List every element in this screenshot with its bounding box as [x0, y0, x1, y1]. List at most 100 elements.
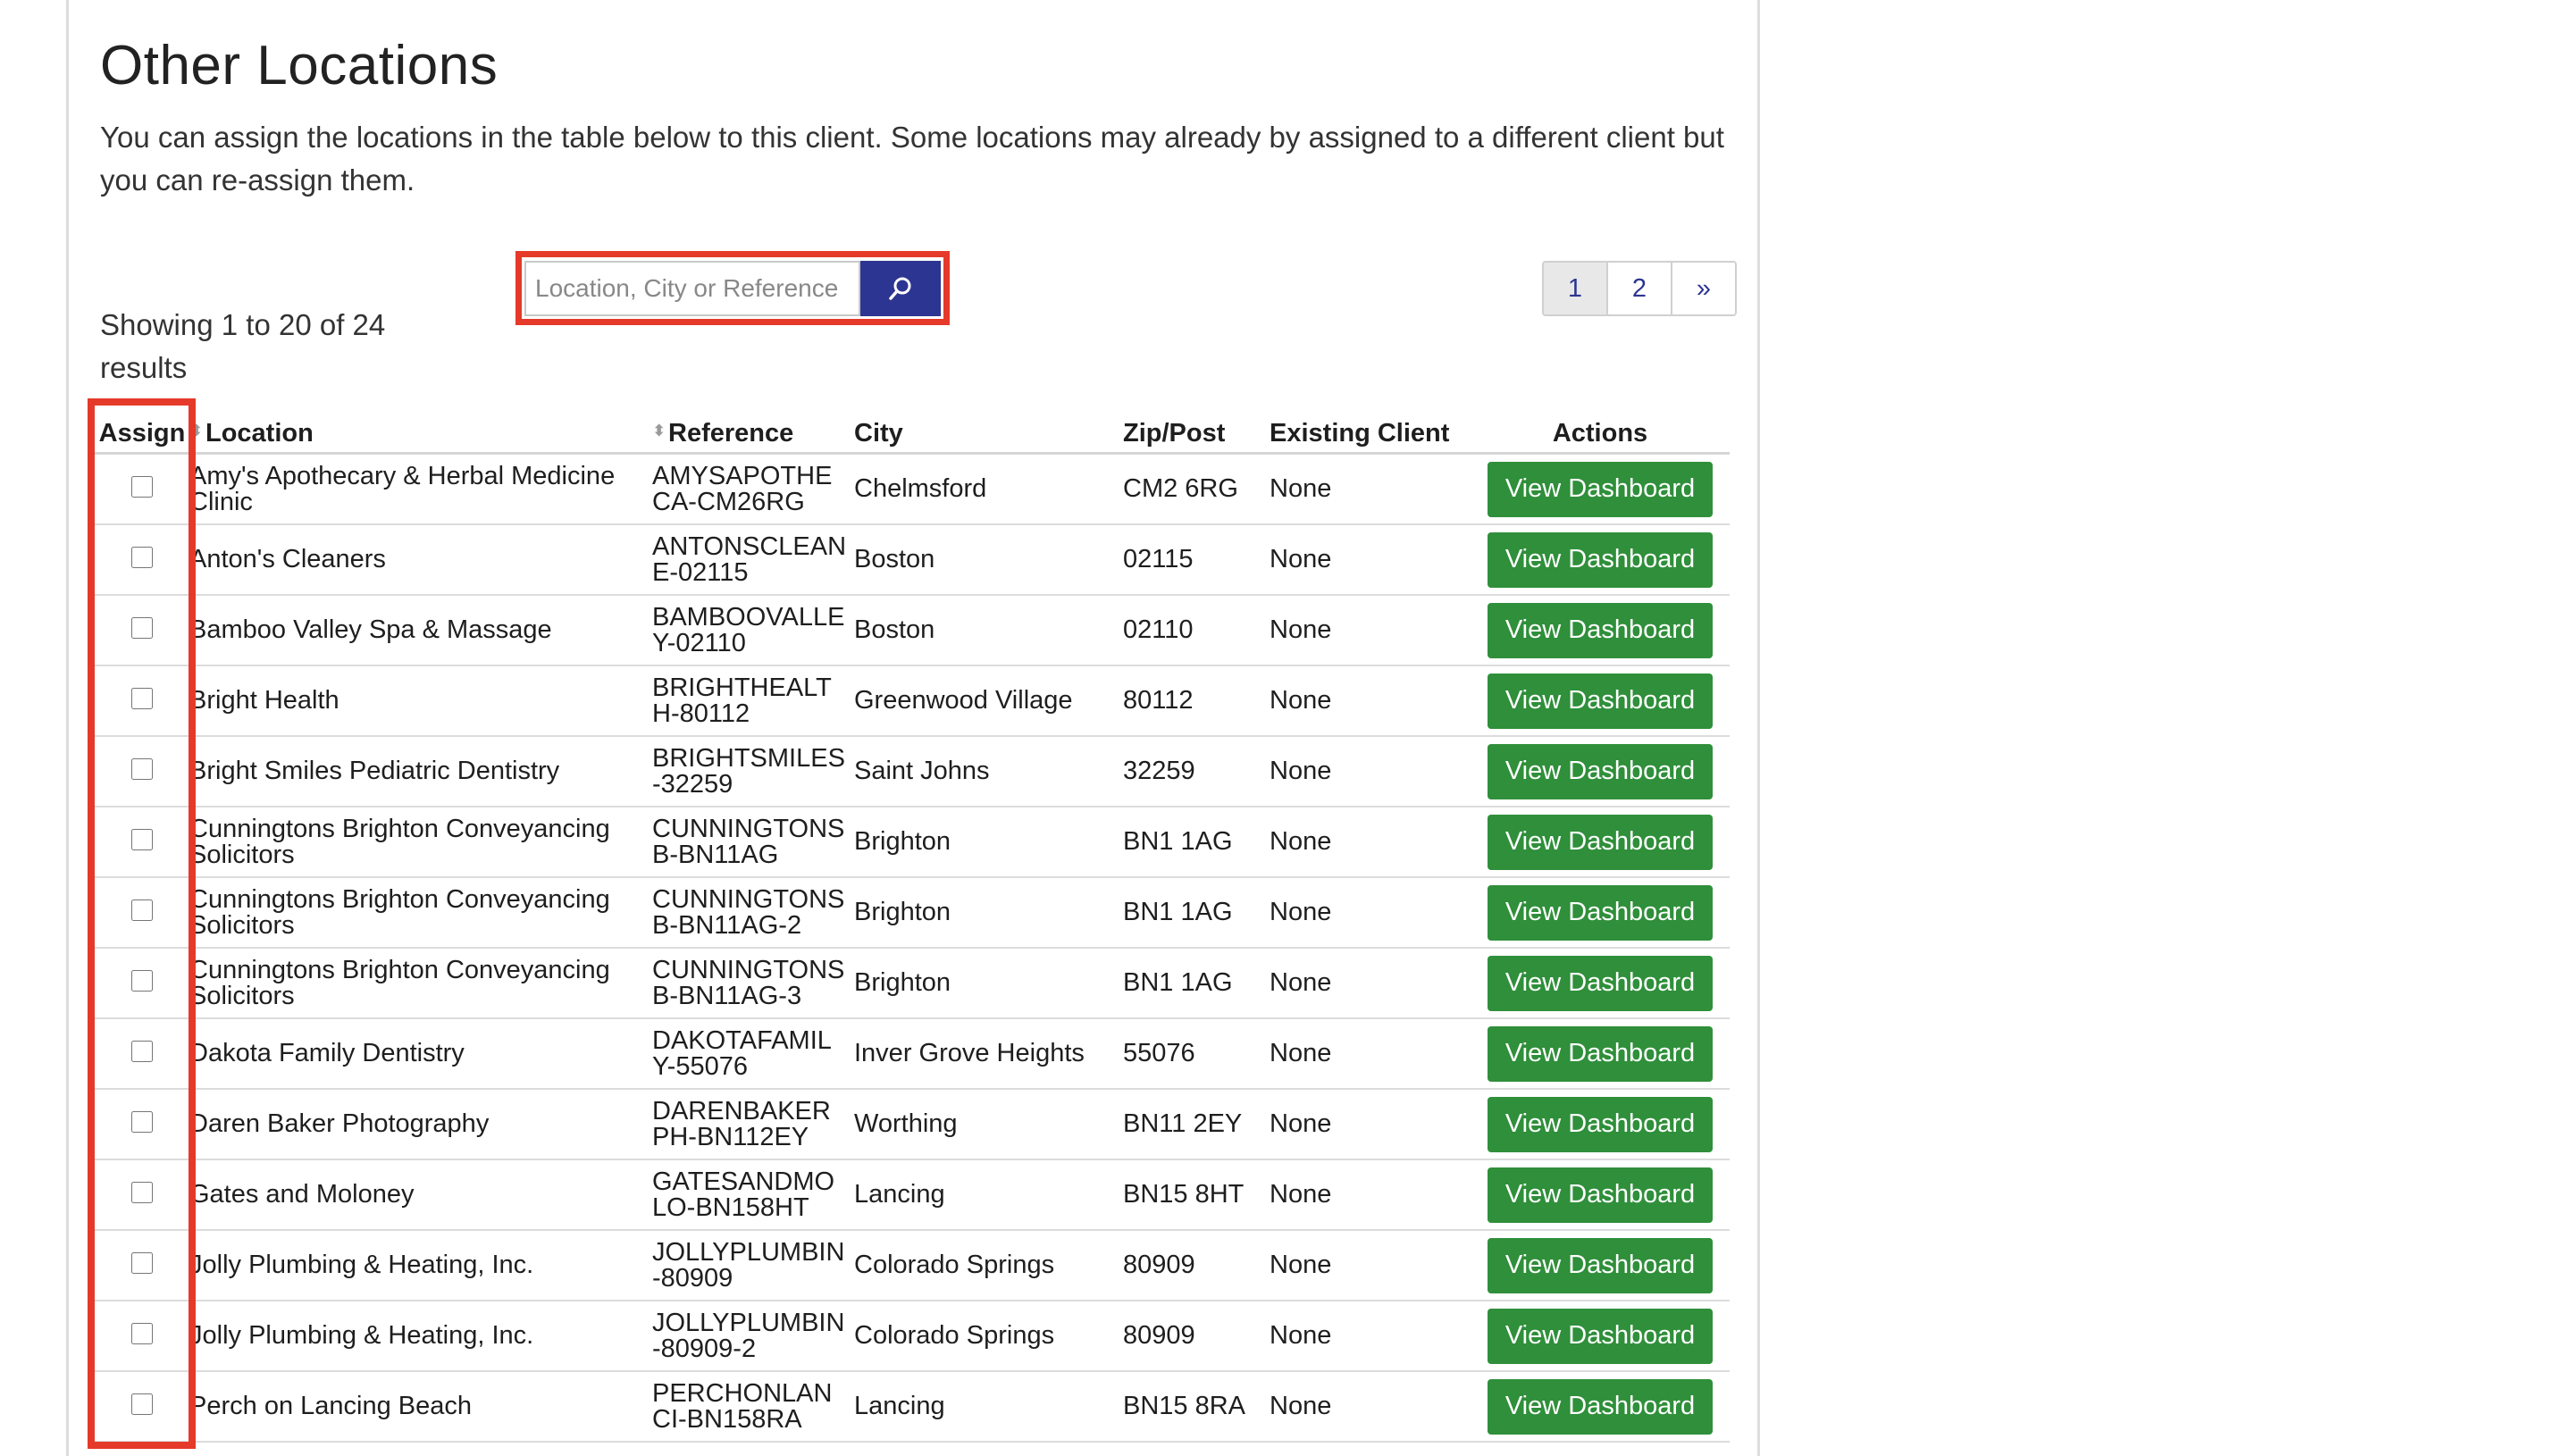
reference-text: CUNNINGTONSB-BN11AG-3 — [652, 955, 845, 1010]
assign-checkbox[interactable] — [131, 1322, 153, 1344]
existing-client-cell: None — [1270, 524, 1471, 596]
zip-cell: 80909 — [1123, 1230, 1270, 1301]
assign-checkbox[interactable] — [131, 1181, 153, 1203]
assign-checkbox[interactable] — [131, 475, 153, 498]
view-dashboard-button[interactable]: View Dashboard — [1488, 1308, 1713, 1364]
existing-client-cell: None — [1270, 1018, 1471, 1090]
zip-cell: 32259 — [1123, 736, 1270, 807]
zip-cell: BN1 1AG — [1123, 807, 1270, 878]
view-dashboard-button[interactable]: View Dashboard — [1488, 884, 1713, 941]
location-cell: Anton's Cleaners — [189, 524, 652, 596]
reference-cell: AMYSAPOTHECA-CM26RG — [652, 453, 854, 525]
assign-checkbox[interactable] — [131, 1393, 153, 1415]
zip-cell: 80112 — [1123, 665, 1270, 737]
view-dashboard-button[interactable]: View Dashboard — [1488, 814, 1713, 870]
existing-client-cell: None — [1270, 1301, 1471, 1372]
view-dashboard-button[interactable]: View Dashboard — [1488, 673, 1713, 729]
search-button[interactable] — [860, 261, 941, 316]
city-cell: Brighton — [854, 948, 1123, 1019]
existing-client-cell: None — [1270, 665, 1471, 737]
zip-cell: BN15 8HT — [1123, 1159, 1270, 1231]
reference-text: BAMBOOVALLEY-02110 — [652, 602, 845, 657]
city-cell: Worthing — [854, 1089, 1123, 1160]
location-cell: Cunningtons Brighton Conveyancing Solici… — [189, 807, 652, 878]
view-dashboard-button[interactable]: View Dashboard — [1488, 1167, 1713, 1223]
view-dashboard-button[interactable]: View Dashboard — [1488, 743, 1713, 799]
actions-cell: View Dashboard — [1471, 1159, 1730, 1231]
view-dashboard-button[interactable]: View Dashboard — [1488, 602, 1713, 658]
location-cell: Gates and Moloney — [189, 1159, 652, 1231]
assign-checkbox[interactable] — [131, 616, 153, 639]
reference-text: ANTONSCLEANE-02115 — [652, 531, 847, 587]
header-location[interactable]: ⬍ Location — [189, 402, 652, 455]
header-existing-client: Existing Client — [1270, 402, 1471, 455]
header-actions: Actions — [1471, 402, 1730, 455]
results-count: Showing 1 to 20 of 24 results — [100, 308, 386, 384]
city-cell: Brighton — [854, 807, 1123, 878]
table-row: Perch on Lancing Beach PERCHONLANCI-BN158… — [95, 1371, 1730, 1443]
view-dashboard-button[interactable]: View Dashboard — [1488, 1378, 1713, 1435]
view-dashboard-button[interactable]: View Dashboard — [1488, 1025, 1713, 1082]
header-zip: Zip/Post — [1123, 402, 1270, 455]
assign-checkbox[interactable] — [131, 969, 153, 992]
reference-cell: JOLLYPLUMBIN-80909-2 — [652, 1301, 854, 1372]
zip-cell: BN15 8RA — [1123, 1371, 1270, 1443]
actions-cell: View Dashboard — [1471, 665, 1730, 737]
actions-cell: View Dashboard — [1471, 453, 1730, 525]
assign-cell — [95, 453, 189, 525]
assign-checkbox[interactable] — [131, 1040, 153, 1062]
view-dashboard-button[interactable]: View Dashboard — [1488, 1237, 1713, 1293]
existing-client-cell: None — [1270, 1371, 1471, 1443]
assign-checkbox[interactable] — [131, 757, 153, 780]
assign-checkbox[interactable] — [131, 1110, 153, 1133]
table-header-row: Assign ⬍ Location ⬍ Reference City Zip/Pos… — [95, 402, 1730, 455]
city-cell: Colorado Springs — [854, 1230, 1123, 1301]
next-page-link[interactable]: » — [1672, 263, 1735, 314]
assign-cell — [95, 1089, 189, 1160]
reference-cell: CUNNINGTONSB-BN11AG — [652, 807, 854, 878]
reference-text: DAKOTAFAMILY-55076 — [652, 1025, 832, 1081]
table-row: Daren Baker Photography DARENBAKERPH-BN11… — [95, 1089, 1730, 1160]
header-reference[interactable]: ⬍ Reference — [652, 402, 854, 455]
location-cell: Bamboo Valley Spa & Massage — [189, 595, 652, 666]
assign-checkbox[interactable] — [131, 687, 153, 709]
zip-cell: 02110 — [1123, 595, 1270, 666]
location-cell: Jolly Plumbing & Heating, Inc. — [189, 1301, 652, 1372]
location-cell: Cunningtons Brighton Conveyancing Solici… — [189, 877, 652, 949]
page-2-link[interactable]: 2 — [1608, 263, 1672, 314]
location-cell: Cunningtons Brighton Conveyancing Solici… — [189, 948, 652, 1019]
existing-client-cell: None — [1270, 736, 1471, 807]
reference-cell: CUNNINGTONSB-BN11AG-2 — [652, 877, 854, 949]
actions-cell: View Dashboard — [1471, 1371, 1730, 1443]
assign-checkbox[interactable] — [131, 546, 153, 568]
location-cell: Bright Health — [189, 665, 652, 737]
page-1-link[interactable]: 1 — [1544, 263, 1608, 314]
view-dashboard-button[interactable]: View Dashboard — [1488, 955, 1713, 1011]
table-row: Cunningtons Brighton Conveyancing Solici… — [95, 948, 1730, 1019]
actions-cell: View Dashboard — [1471, 1089, 1730, 1160]
location-cell: Daren Baker Photography — [189, 1089, 652, 1160]
reference-text: CUNNINGTONSB-BN11AG-2 — [652, 884, 845, 940]
location-cell: Perch on Lancing Beach — [189, 1371, 652, 1443]
zip-cell: BN1 1AG — [1123, 948, 1270, 1019]
assign-checkbox[interactable] — [131, 899, 153, 921]
view-dashboard-button[interactable]: View Dashboard — [1488, 531, 1713, 588]
view-dashboard-button[interactable]: View Dashboard — [1488, 461, 1713, 517]
search-input[interactable] — [524, 261, 860, 316]
locations-table: Assign ⬍ Location ⬍ Reference City Zip/Pos… — [95, 402, 1730, 1443]
assign-checkbox[interactable] — [131, 1251, 153, 1274]
assign-checkbox[interactable] — [131, 828, 153, 850]
view-dashboard-button[interactable]: View Dashboard — [1488, 1096, 1713, 1152]
reference-text: CUNNINGTONSB-BN11AG — [652, 814, 845, 869]
table-row: Amy's Apothecary & Herbal Medicine Clini… — [95, 453, 1730, 525]
reference-text: AMYSAPOTHECA-CM26RG — [652, 461, 833, 516]
assign-cell — [95, 595, 189, 666]
reference-text: PERCHONLANCI-BN158RA — [652, 1378, 833, 1434]
existing-client-cell: None — [1270, 595, 1471, 666]
actions-cell: View Dashboard — [1471, 1230, 1730, 1301]
location-cell: Jolly Plumbing & Heating, Inc. — [189, 1230, 652, 1301]
zip-cell: 55076 — [1123, 1018, 1270, 1090]
existing-client-cell: None — [1270, 807, 1471, 878]
location-cell: Dakota Family Dentistry — [189, 1018, 652, 1090]
location-cell: Amy's Apothecary & Herbal Medicine Clini… — [189, 453, 652, 525]
